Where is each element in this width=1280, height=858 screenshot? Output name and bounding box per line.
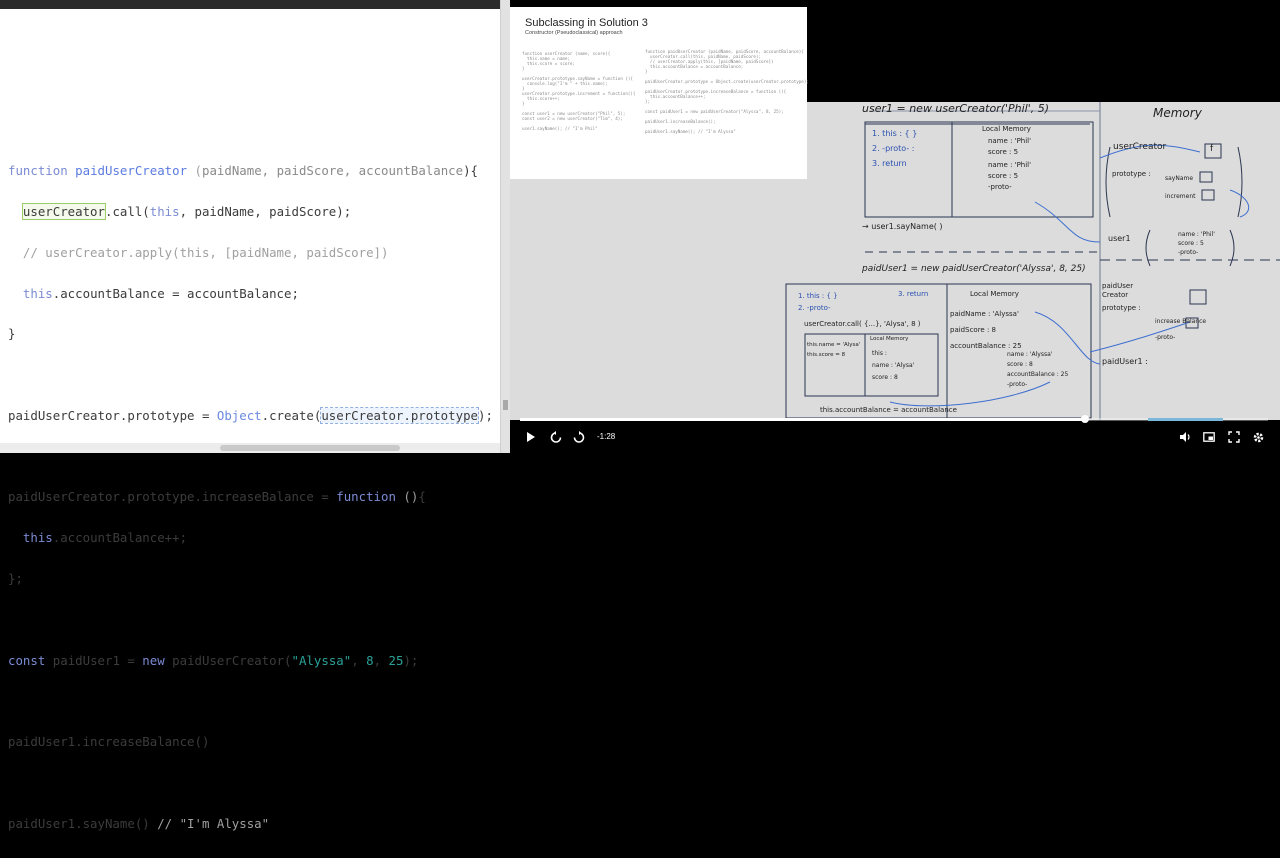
wb-paiduser-line: paidUser1 = new paidUserCreator('Alyssa'… — [862, 264, 1086, 274]
progress-bar[interactable] — [520, 415, 1268, 423]
wb-usercreator-label: userCreator — [1113, 142, 1167, 152]
wb-pt-score: score : 8 — [1007, 361, 1033, 368]
wb-method-increment: increment — [1165, 193, 1196, 200]
volume-icon[interactable] — [1179, 431, 1191, 443]
wb-paid-proto-items: increase Balance -proto- — [1155, 314, 1206, 346]
slide-title: Subclassing in Solution 3 — [525, 17, 648, 29]
wb-step-2: 2. -proto- : — [872, 144, 915, 153]
wb-paiduser1-memory: paidUser1 : — [1102, 357, 1148, 366]
wb-user1-line: user1 = new userCreator('Phil', 5) — [862, 102, 1050, 115]
code-line-2: userCreator.call(this, paidName, paidSco… — [21, 202, 352, 220]
wb-proto-methods: sayName increment — [1165, 170, 1196, 206]
wb-paid-this-object: name : 'Alyssa' score : 8 accountBalance… — [1007, 350, 1068, 390]
wb-this-proto: -proto- — [988, 183, 1012, 191]
code-line-9: paidUserCreator.prototype.increaseBalanc… — [8, 489, 426, 505]
code-line-17: paidUser1.sayName() // "I'm Alyssa" — [8, 815, 270, 831]
wb-user1-proto: -proto- — [1178, 249, 1199, 256]
wb-paid-steps: 1. this : { } 2. -proto- — [798, 290, 838, 314]
settings-icon[interactable] — [1252, 431, 1265, 444]
wb-inner-name: this.name = 'Alysa' — [807, 342, 861, 348]
code-line-15: paidUser1.increaseBalance() — [8, 734, 210, 750]
player-controls: -1:28 — [510, 412, 1280, 453]
code-line-5: } — [8, 326, 16, 342]
wb-local-var-score: score : 5 — [988, 148, 1019, 156]
wb-step-3: 3. return — [872, 159, 907, 168]
vertical-scrollbar[interactable] — [500, 0, 510, 453]
wb-f-label: f — [1210, 144, 1214, 154]
wb-exec-steps: 1. this : { } 2. -proto- : 3. return — [872, 126, 917, 171]
wb-local-var-name: name : 'Phil' — [988, 137, 1032, 145]
code-editor-pane: function paidUserCreator (paidName, paid… — [0, 0, 500, 830]
wb-increase-balance: increase Balance — [1155, 318, 1207, 325]
wb-paid-proto-proto: -proto- — [1155, 334, 1176, 341]
wb-pt-proto: -proto- — [1007, 381, 1028, 388]
code-line-11: }; — [8, 571, 23, 586]
video-player[interactable]: user1 = new userCreator('Phil', 5) Memor… — [510, 0, 1280, 453]
code-line-10: this.accountBalance++; — [22, 530, 188, 546]
wb-paid-step-2: 2. -proto- — [798, 304, 831, 312]
wb-paid-name: paidName : 'Alyssa' — [950, 310, 1019, 318]
wb-inner-locals: this.name = 'Alysa' this.score = 8 — [807, 340, 860, 360]
wb-paid-score: paidScore : 8 — [950, 326, 996, 334]
wb-usercreator-call: userCreator.call( {...}, 'Alysa', 8 ) — [804, 320, 921, 328]
wb-paid-step-1: 1. this : { } — [798, 292, 838, 300]
wb-memory-label: Memory — [1153, 106, 1202, 120]
wb-inner-vals: this : name : 'Alysa' score : 8 — [872, 348, 914, 384]
play-icon[interactable] — [526, 431, 536, 443]
fullscreen-icon[interactable] — [1228, 431, 1240, 443]
wb-inner-score: this.score = 8 — [807, 352, 846, 358]
wb-user1-object: name : 'Phil' score : 5 -proto- — [1178, 230, 1215, 257]
forward-10-icon[interactable] — [573, 431, 585, 443]
wb-pt-name: name : 'Alyssa' — [1007, 351, 1053, 358]
wb-user1-memory: user1 — [1108, 234, 1131, 243]
wb-step-1: 1. this : { } — [872, 129, 918, 138]
code-line-4: this.accountBalance = accountBalance; — [22, 285, 299, 301]
code-line-3: // userCreator.apply(this, [paidName, pa… — [8, 244, 389, 260]
wb-paid-locals: paidName : 'Alyssa' paidScore : 8 accoun… — [950, 306, 1022, 354]
pip-icon[interactable] — [1203, 431, 1215, 443]
wb-paid-step-3: 3. return — [898, 290, 929, 298]
wb-method-sayname: sayName — [1165, 175, 1194, 182]
wb-inner-val-score: score : 8 — [872, 374, 898, 381]
wb-paid-local-label: Local Memory — [970, 290, 1019, 298]
slide-overlay: Subclassing in Solution 3 Constructor (P… — [510, 7, 809, 179]
wb-prototype-label: prototype : — [1112, 170, 1151, 178]
code-line-1: function paidUserCreator (paidName, paid… — [8, 163, 479, 179]
slide-right-code: function paidUserCreator (paidName, paid… — [645, 49, 809, 134]
wb-local-memory-label: Local Memory — [982, 125, 1031, 133]
wb-pt-balance: accountBalance : 25 — [1007, 371, 1069, 378]
wb-user1-score: score : 5 — [1178, 240, 1204, 247]
wb-inner-local-label: Local Memory — [870, 336, 909, 342]
progress-buffered — [1148, 418, 1224, 421]
code-line-13: const paidUser1 = new paidUserCreator("A… — [8, 652, 419, 668]
wb-paid-proto-label: prototype : — [1102, 304, 1141, 312]
wb-call-line: → user1.sayName( ) — [862, 222, 943, 231]
wb-inner-val-name: name : 'Alysa' — [872, 362, 915, 369]
time-remaining: -1:28 — [597, 432, 616, 441]
progress-played — [520, 418, 1085, 421]
wb-this-name: name : 'Phil' — [988, 161, 1032, 169]
wb-this-score: score : 5 — [988, 172, 1019, 180]
slide-left-code: function userCreator (name, score){ this… — [522, 51, 636, 131]
vertical-scroll-thumb[interactable] — [503, 400, 508, 410]
code-block: function paidUserCreator (paidName, paid… — [8, 137, 493, 857]
slide-subtitle: Constructor (Pseudoclassical) approach — [525, 30, 623, 36]
wb-inner-this: this : — [872, 350, 887, 357]
progress-knob[interactable] — [1080, 415, 1089, 423]
replay-10-icon[interactable] — [550, 431, 562, 443]
code-line-7: paidUserCreator.prototype = Object.creat… — [8, 406, 493, 424]
horizontal-scrollbar[interactable] — [0, 443, 500, 453]
wb-this-object: name : 'Phil' score : 5 -proto- — [988, 160, 1031, 193]
horizontal-scroll-thumb[interactable] — [220, 445, 400, 451]
wb-user1-name: name : 'Phil' — [1178, 231, 1215, 238]
wb-local-vars: name : 'Phil' score : 5 — [988, 136, 1031, 158]
wb-paid-creator-label: paidUser Creator — [1102, 282, 1134, 299]
